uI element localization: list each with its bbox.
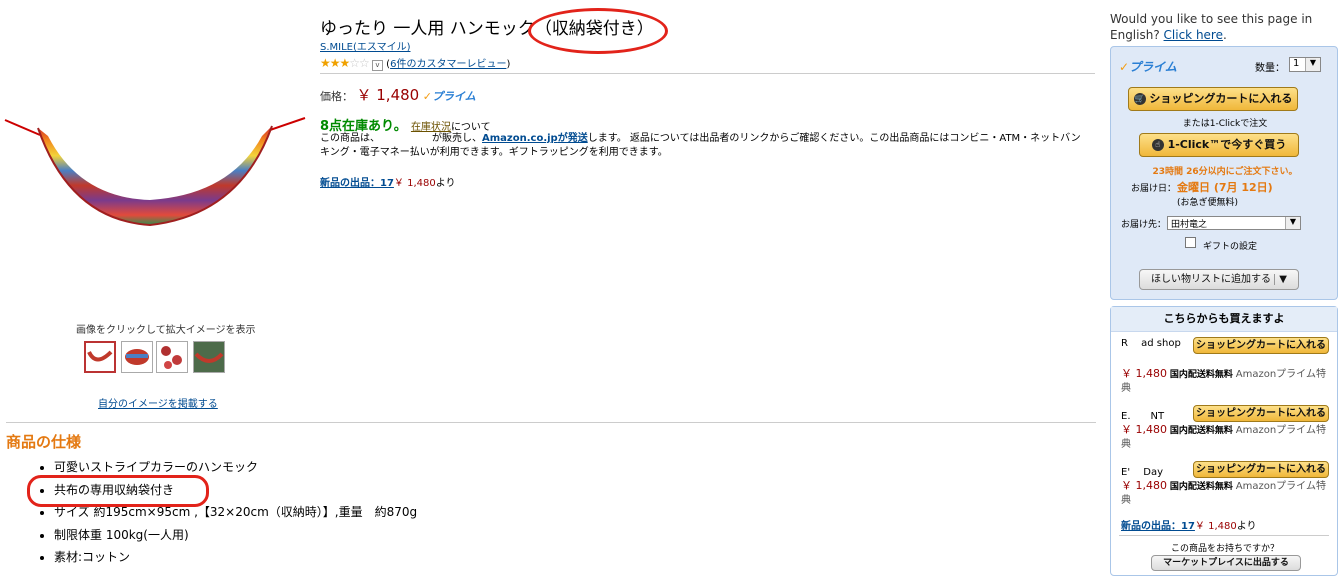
have-one-text: この商品をお持ちですか？ bbox=[1170, 544, 1279, 554]
offer-seller: E' Day bbox=[1121, 467, 1163, 478]
gift-label: ギフトの設定 bbox=[1203, 242, 1258, 252]
hand-pointer-icon: ☝ bbox=[1151, 139, 1164, 151]
ship-to-select[interactable]: 田村竜之 ▼ bbox=[1167, 216, 1301, 230]
sold-by-text: この商品は、 が販売し、Amazon.co.jpが発送します。 返品については出品… bbox=[320, 133, 1081, 158]
hammock-outdoor-thumb-icon bbox=[194, 342, 224, 372]
add-to-wishlist-button[interactable]: ほしい物リストに追加する ▼ bbox=[1139, 269, 1299, 290]
delivery-note: (お急ぎ便無料) bbox=[1177, 198, 1239, 208]
chevron-down-icon[interactable]: v bbox=[371, 60, 383, 71]
offer-add-to-cart-button[interactable]: ショッピングカートに入れる bbox=[1193, 405, 1329, 422]
english-link[interactable]: Click here bbox=[1164, 28, 1223, 42]
offer-add-to-cart-button[interactable]: ショッピングカートに入れる bbox=[1193, 461, 1329, 478]
spec-item: 制限体重 100kg(一人用) bbox=[54, 524, 417, 547]
new-offers-row: 新品の出品：17￥ 1,480より bbox=[320, 178, 456, 189]
hammock-bag-thumb-icon bbox=[125, 349, 149, 365]
other-sellers-header: こちらからも買えますよ bbox=[1111, 307, 1337, 332]
delivery-date: 金曜日 (7月 12日) bbox=[1177, 181, 1273, 194]
order-within-text: 23時間 26分以内にご注文下さい。 bbox=[1152, 167, 1298, 177]
reviews-link[interactable]: 6件のカスタマーレビュー bbox=[390, 59, 506, 70]
english-prompt: Would you like to see this page in Engli… bbox=[1110, 12, 1313, 42]
highlight-oval-title bbox=[528, 8, 668, 54]
prime-badge: ✓プライム bbox=[422, 90, 476, 103]
hammock-thumb-icon bbox=[87, 350, 113, 362]
upload-own-image-link[interactable]: 自分のイメージを掲載する bbox=[98, 395, 218, 410]
brand-link[interactable]: S.MILE(エスマイル) bbox=[320, 38, 411, 53]
chevron-down-icon: ▼ bbox=[1305, 58, 1320, 71]
prime-check-icon: ✓ bbox=[422, 90, 432, 103]
offer-seller: R ad shop bbox=[1121, 338, 1181, 349]
other-new-offers-row: 新品の出品：17￥ 1,480より bbox=[1121, 521, 1257, 532]
divider bbox=[6, 422, 1096, 423]
chevron-down-icon: ▼ bbox=[1274, 274, 1287, 285]
delivery-label: お届け日： bbox=[1131, 184, 1177, 194]
product-main-image[interactable] bbox=[0, 100, 310, 240]
gift-checkbox[interactable] bbox=[1185, 237, 1196, 248]
one-click-buy-button[interactable]: ☝ 1-Click™で今すぐ買う bbox=[1139, 133, 1299, 157]
other-new-offers-link[interactable]: 新品の出品：17 bbox=[1121, 521, 1195, 532]
divider bbox=[320, 73, 1095, 74]
price-label: 価格： bbox=[320, 90, 353, 103]
offer-add-to-cart-button[interactable]: ショッピングカートに入れる bbox=[1193, 337, 1329, 354]
qty-label: 数量： bbox=[1255, 63, 1285, 74]
price-row: 価格： ￥ 1,480 ✓プライム bbox=[320, 84, 476, 105]
new-offers-link[interactable]: 新品の出品：17 bbox=[320, 178, 394, 189]
other-sellers-box: こちらからも買えますよ R ad shop ショッピングカートに入れる ￥ 1,… bbox=[1110, 306, 1338, 576]
buy-box: ✓プライム 数量： 1 ▼ 🛒 ショッピングカートに入れる または1-Click… bbox=[1110, 46, 1338, 300]
offer-seller: E. NT bbox=[1121, 411, 1165, 422]
thumbnail-1[interactable] bbox=[84, 341, 116, 373]
ship-to-label: お届け先： bbox=[1121, 220, 1167, 230]
thumbnail-2[interactable] bbox=[121, 341, 153, 373]
thumbnail-4[interactable] bbox=[193, 341, 225, 373]
hammock-parts-thumb-icon bbox=[161, 346, 182, 369]
cart-icon: 🛒 bbox=[1133, 93, 1146, 105]
highlight-oval-spec bbox=[27, 475, 209, 507]
sell-on-marketplace-button[interactable]: マーケットプレイスに出品する bbox=[1151, 555, 1301, 571]
amazon-link[interactable]: Amazon.co.jp bbox=[482, 133, 558, 144]
rating-row: ★★★☆☆ v (6件のカスタマーレビュー) bbox=[320, 56, 511, 71]
chevron-down-icon: ▼ bbox=[1285, 217, 1300, 229]
thumbnail-3[interactable] bbox=[156, 341, 188, 373]
hammock-image bbox=[4, 117, 306, 227]
offer-details: ￥ 1,480 国内配送料無料 Amazonプライム特典 bbox=[1121, 367, 1326, 394]
prime-badge: ✓プライム bbox=[1119, 60, 1177, 74]
prime-check-icon: ✓ bbox=[1119, 60, 1130, 74]
star-rating[interactable]: ★★★☆☆ bbox=[320, 56, 370, 70]
offer-details: ￥ 1,480 国内配送料無料 Amazonプライム特典 bbox=[1121, 479, 1326, 506]
price-value: ￥ 1,480 bbox=[356, 86, 420, 104]
spec-item: 素材:コットン bbox=[54, 546, 417, 569]
spec-title: 商品の仕様 bbox=[6, 433, 82, 451]
or-text: または1-Clickで注文 bbox=[1182, 119, 1268, 129]
add-to-cart-button[interactable]: 🛒 ショッピングカートに入れる bbox=[1128, 87, 1298, 111]
spec-list: 可愛いストライプカラーのハンモック 共布の専用収納袋付き サイズ 約195cm×… bbox=[38, 456, 417, 569]
offer-details: ￥ 1,480 国内配送料無料 Amazonプライム特典 bbox=[1121, 423, 1326, 450]
title-main: ゆったり 一人用 ハンモック bbox=[320, 19, 535, 39]
image-caption: 画像をクリックして拡大イメージを表示 bbox=[76, 325, 256, 336]
ships-link[interactable]: が発送 bbox=[558, 133, 588, 144]
divider bbox=[1119, 535, 1329, 536]
quantity-select[interactable]: 1 ▼ bbox=[1289, 57, 1321, 72]
